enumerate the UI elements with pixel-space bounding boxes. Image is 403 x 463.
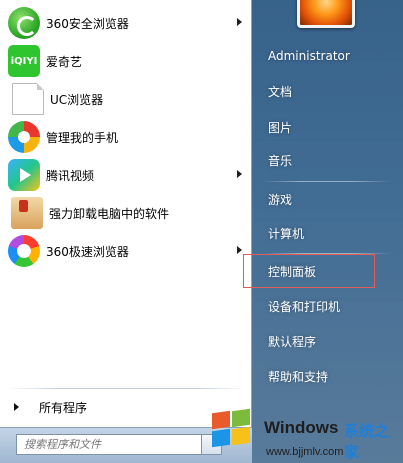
right-item-games[interactable]: 游戏 <box>262 184 396 214</box>
all-programs-label: 所有程序 <box>39 400 88 415</box>
right-item-pictures[interactable]: 图片 <box>262 112 396 142</box>
program-item-uninstaller[interactable]: 强力卸载电脑中的软件 <box>4 194 248 232</box>
360-speed-browser-icon <box>8 235 40 267</box>
search-input[interactable] <box>16 434 202 455</box>
program-label: 腾讯视频 <box>46 168 95 183</box>
program-item-360-safe-browser[interactable]: 360安全浏览器 <box>4 4 248 42</box>
iqiyi-icon: iQIYI <box>8 45 40 77</box>
submenu-arrow-icon <box>237 18 242 26</box>
program-item-iqiyi[interactable]: iQIYI 爱奇艺 <box>4 42 248 80</box>
program-item-uc-browser[interactable]: UC浏览器 <box>4 80 248 118</box>
divider <box>262 181 392 182</box>
right-item-default-programs[interactable]: 默认程序 <box>262 326 396 356</box>
right-item-computer[interactable]: 计算机 <box>262 218 396 248</box>
program-item-tencent-video[interactable]: 腾讯视频 <box>4 156 248 194</box>
program-label: 360安全浏览器 <box>46 16 129 31</box>
program-item-phone-manager[interactable]: 管理我的手机 <box>4 118 248 156</box>
program-label: 爱奇艺 <box>46 54 83 69</box>
divider <box>8 388 246 389</box>
right-item-documents[interactable]: 文档 <box>262 76 396 106</box>
user-avatar[interactable] <box>297 0 355 28</box>
submenu-arrow-icon <box>237 170 242 178</box>
program-item-360-speed-browser[interactable]: 360极速浏览器 <box>4 232 248 270</box>
user-name-link[interactable]: Administrator <box>262 41 396 71</box>
tencent-video-icon <box>8 159 40 191</box>
start-menu-left-pane: 360安全浏览器 iQIYI 爱奇艺 UC浏览器 管理我的手机 腾讯视频 强力卸… <box>0 0 252 463</box>
program-label: 管理我的手机 <box>46 130 119 145</box>
360-safe-browser-icon <box>8 7 40 39</box>
blank-document-icon <box>12 83 44 115</box>
watermark-subtitle: 系统之家 <box>344 422 390 461</box>
watermark-title: Windows <box>264 418 339 437</box>
program-list: 360安全浏览器 iQIYI 爱奇艺 UC浏览器 管理我的手机 腾讯视频 强力卸… <box>4 4 248 270</box>
watermark-url: www.bjjmlv.com <box>266 446 344 458</box>
program-label: UC浏览器 <box>50 92 104 107</box>
right-item-devices-printers[interactable]: 设备和打印机 <box>262 291 396 321</box>
right-item-music[interactable]: 音乐 <box>262 145 396 175</box>
highlight-box <box>243 254 375 288</box>
program-label: 强力卸载电脑中的软件 <box>49 206 170 221</box>
windows-logo-icon <box>212 408 254 448</box>
submenu-arrow-icon <box>237 246 242 254</box>
uninstall-icon <box>11 197 43 229</box>
watermark: Windows 系统之家 www.bjjmlv.com <box>206 406 403 463</box>
phone-manager-icon <box>8 121 40 153</box>
program-label: 360极速浏览器 <box>46 244 129 259</box>
start-menu: 360安全浏览器 iQIYI 爱奇艺 UC浏览器 管理我的手机 腾讯视频 强力卸… <box>0 0 403 463</box>
right-item-help-support[interactable]: 帮助和支持 <box>262 361 396 391</box>
all-programs-arrow-icon <box>14 403 19 411</box>
